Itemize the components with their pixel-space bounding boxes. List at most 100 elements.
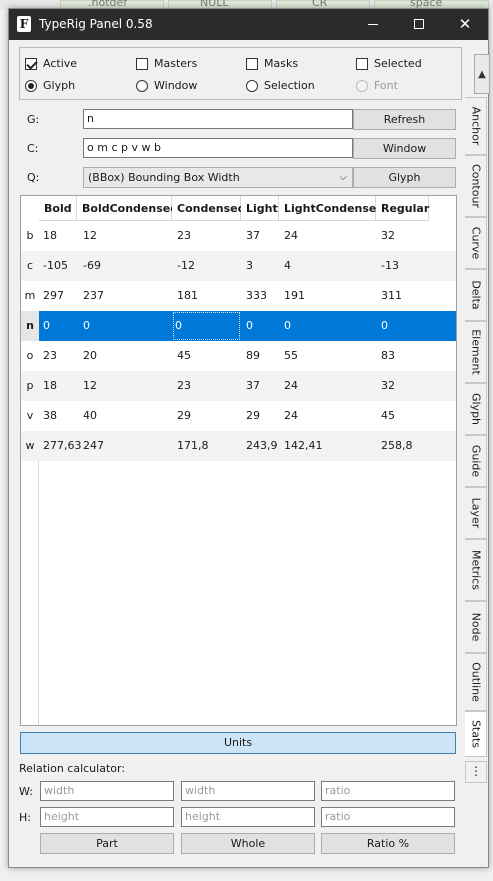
glyph-button[interactable]: Glyph bbox=[353, 167, 456, 188]
table-cell[interactable]: 0 bbox=[378, 311, 388, 341]
table-cell[interactable]: 32 bbox=[378, 371, 395, 401]
table-cell[interactable]: 237 bbox=[80, 281, 104, 311]
collapse-options-button[interactable]: ▲ bbox=[474, 54, 490, 94]
table-cell[interactable]: 18 bbox=[40, 221, 57, 251]
table-cell[interactable]: 24 bbox=[281, 401, 298, 431]
row-header[interactable]: v bbox=[21, 401, 39, 431]
tab-metrics[interactable]: Metrics bbox=[465, 539, 487, 601]
table-cell[interactable]: 45 bbox=[174, 341, 191, 371]
row-header[interactable]: m bbox=[21, 281, 39, 311]
table-cell[interactable]: 4 bbox=[281, 251, 291, 281]
table-cell[interactable]: 29 bbox=[243, 401, 260, 431]
table-cell[interactable]: 89 bbox=[243, 341, 260, 371]
row-header[interactable]: p bbox=[21, 371, 39, 401]
table-cell[interactable]: 83 bbox=[378, 341, 395, 371]
whole-button[interactable]: Whole bbox=[181, 833, 315, 854]
table-cell[interactable]: 243,9 bbox=[243, 431, 278, 461]
column-header[interactable]: BoldCondensed bbox=[77, 196, 178, 221]
table-row[interactable]: w 277,63 247 171,8 243,9 142,41 258,8 bbox=[21, 431, 456, 461]
table-cell[interactable]: 171,8 bbox=[174, 431, 209, 461]
table-cell[interactable]: 23 bbox=[174, 371, 191, 401]
tab-delta[interactable]: Delta bbox=[465, 269, 487, 321]
table-row[interactable]: p 18 12 23 37 24 32 bbox=[21, 371, 456, 401]
tab-element[interactable]: Element bbox=[465, 321, 487, 383]
table-cell[interactable]: 32 bbox=[378, 221, 395, 251]
column-header[interactable]: Regular bbox=[376, 196, 429, 221]
table-cell[interactable]: 277,63 bbox=[40, 431, 82, 461]
table-cell[interactable]: 258,8 bbox=[378, 431, 413, 461]
tab-anchor[interactable]: Anchor bbox=[465, 97, 487, 155]
table-cell[interactable]: 37 bbox=[243, 221, 260, 251]
table-row-selected[interactable]: n 0 0 0 0 0 0 bbox=[21, 311, 456, 341]
tab-stats[interactable]: Stats bbox=[465, 711, 487, 757]
table-cell[interactable]: 0 bbox=[281, 311, 291, 341]
table-cell[interactable]: 24 bbox=[281, 371, 298, 401]
table-cell[interactable]: 333 bbox=[243, 281, 267, 311]
table-cell[interactable]: 29 bbox=[174, 401, 191, 431]
query-select[interactable]: (BBox) Bounding Box Width ⌵ bbox=[83, 167, 353, 188]
row-header[interactable]: b bbox=[21, 221, 39, 251]
table-cell[interactable]: 191 bbox=[281, 281, 305, 311]
column-header[interactable]: Condensed bbox=[172, 196, 246, 221]
tab-contour[interactable]: Contour bbox=[465, 155, 487, 217]
table-cell[interactable]: 24 bbox=[281, 221, 298, 251]
tab-curve[interactable]: Curve bbox=[465, 217, 487, 269]
column-header[interactable]: Light bbox=[241, 196, 279, 221]
tab-node[interactable]: Node bbox=[465, 601, 487, 653]
tab-guide[interactable]: Guide bbox=[465, 435, 487, 487]
tab-glyph[interactable]: Glyph bbox=[465, 383, 487, 435]
column-header[interactable]: LightCondensed bbox=[279, 196, 384, 221]
table-cell[interactable]: 55 bbox=[281, 341, 298, 371]
table-cell[interactable]: 45 bbox=[378, 401, 395, 431]
table-row[interactable]: b 18 12 23 37 24 32 bbox=[21, 221, 456, 251]
table-cell[interactable]: 18 bbox=[40, 371, 57, 401]
table-cell[interactable]: 12 bbox=[80, 371, 97, 401]
table-cell[interactable]: 0 bbox=[40, 311, 50, 341]
row-header[interactable]: o bbox=[21, 341, 39, 371]
table-cell[interactable]: 3 bbox=[243, 251, 253, 281]
whole-height-input[interactable]: height bbox=[181, 807, 315, 827]
column-header[interactable]: Bold bbox=[39, 196, 77, 221]
table-row[interactable]: o 23 20 45 89 55 83 bbox=[21, 341, 456, 371]
whole-width-input[interactable]: width bbox=[181, 781, 315, 801]
part-width-input[interactable]: width bbox=[40, 781, 174, 801]
table-row[interactable]: m 297 237 181 333 191 311 bbox=[21, 281, 456, 311]
maximize-button[interactable] bbox=[396, 9, 442, 40]
table-cell[interactable]: 142,41 bbox=[281, 431, 323, 461]
ratio-button[interactable]: Ratio % bbox=[321, 833, 455, 854]
table-cell[interactable]: 20 bbox=[80, 341, 97, 371]
table-row[interactable]: v 38 40 29 29 24 45 bbox=[21, 401, 456, 431]
table-cell[interactable]: 0 bbox=[243, 311, 253, 341]
table-cell[interactable]: 37 bbox=[243, 371, 260, 401]
table-cell[interactable]: 40 bbox=[80, 401, 97, 431]
table-cell[interactable]: 311 bbox=[378, 281, 402, 311]
title-bar[interactable]: F TypeRig Panel 0.58 ✕ bbox=[9, 9, 488, 40]
table-cell-focused[interactable]: 0 bbox=[172, 311, 241, 341]
table-cell[interactable]: 0 bbox=[80, 311, 90, 341]
table-row[interactable]: c -105 -69 -12 3 4 -13 bbox=[21, 251, 456, 281]
table-cell[interactable]: 38 bbox=[40, 401, 57, 431]
table-cell[interactable]: 297 bbox=[40, 281, 64, 311]
glyph-input[interactable]: n bbox=[83, 109, 353, 129]
tab-layer[interactable]: Layer bbox=[465, 487, 487, 539]
table-cell[interactable]: 12 bbox=[80, 221, 97, 251]
table-cell[interactable]: -12 bbox=[174, 251, 195, 281]
table-cell[interactable]: 23 bbox=[40, 341, 57, 371]
table-cell[interactable]: 247 bbox=[80, 431, 104, 461]
height-ratio-input[interactable]: ratio bbox=[321, 807, 455, 827]
tab-outline[interactable]: Outline bbox=[465, 653, 487, 711]
table-cell[interactable]: -69 bbox=[80, 251, 101, 281]
row-header[interactable]: n bbox=[21, 311, 39, 341]
window-button[interactable]: Window bbox=[353, 138, 456, 159]
row-header[interactable]: w bbox=[21, 431, 39, 461]
table-cell[interactable]: -13 bbox=[378, 251, 399, 281]
part-button[interactable]: Part bbox=[40, 833, 174, 854]
minimize-button[interactable] bbox=[350, 9, 396, 40]
units-button[interactable]: Units bbox=[20, 732, 456, 754]
part-height-input[interactable]: height bbox=[40, 807, 174, 827]
table-cell[interactable]: 23 bbox=[174, 221, 191, 251]
refresh-button[interactable]: Refresh bbox=[353, 109, 456, 130]
table-cell[interactable]: 181 bbox=[174, 281, 198, 311]
more-tabs-icon[interactable]: ⋮ bbox=[465, 761, 487, 783]
width-ratio-input[interactable]: ratio bbox=[321, 781, 455, 801]
